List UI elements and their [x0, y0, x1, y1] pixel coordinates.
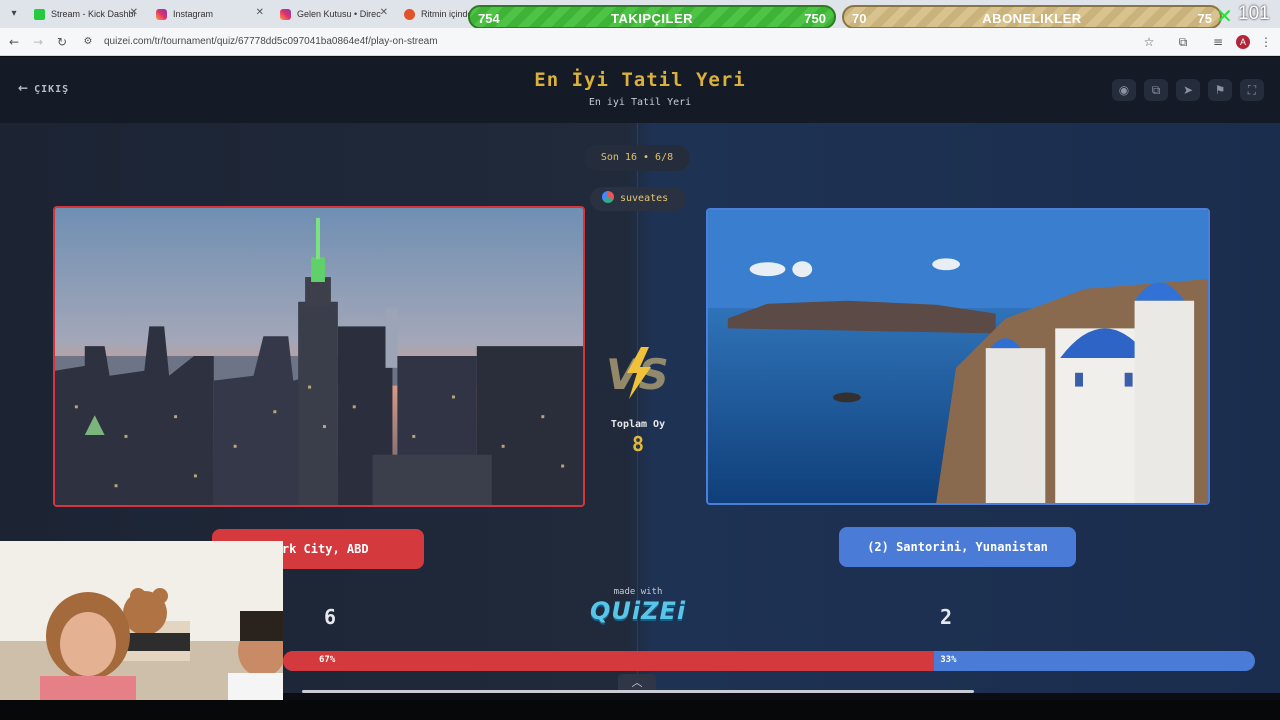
back-arrow-icon[interactable]: ← — [6, 34, 22, 50]
bookmark-star-icon[interactable]: ☆ — [1141, 34, 1157, 50]
reload-icon[interactable]: ↻ — [54, 34, 70, 50]
menu-dots-icon[interactable]: ⋮ — [1258, 34, 1274, 50]
kick-logo-icon: ✕ — [1216, 4, 1233, 28]
horizontal-scrollbar[interactable] — [302, 690, 974, 693]
forward-arrow-icon[interactable]: → — [30, 34, 46, 50]
made-with-label: made with — [613, 587, 663, 597]
browser-tab-instagram[interactable]: Instagram ✕ — [148, 3, 270, 25]
viewer-count: 101 — [1238, 3, 1270, 24]
fullscreen-icon[interactable]: ⛶ — [1240, 79, 1264, 101]
user-badge: suveates — [590, 187, 686, 211]
tab-label: Stream - Kick Dashbo — [51, 9, 135, 19]
user-avatar-icon — [602, 191, 614, 203]
media-icon[interactable]: ≡ — [1210, 34, 1226, 50]
close-icon[interactable]: ✕ — [256, 7, 264, 18]
close-icon[interactable]: ✕ — [380, 7, 388, 18]
bottom-letterbox — [0, 700, 1280, 720]
tab-label: Ritmin içinde — [421, 9, 470, 19]
extensions-icon[interactable]: ⧉ — [1175, 34, 1191, 50]
subscribers-goal: 75 — [1197, 11, 1212, 26]
total-votes-value: 8 — [631, 432, 645, 456]
webcam-feed-image — [0, 541, 283, 700]
instagram-icon — [280, 8, 291, 20]
percent-left: 67% — [319, 655, 336, 665]
app-header: ← ÇIKIŞ En İyi Tatil Yeri En iyi Tatil Ye… — [0, 57, 1280, 123]
option-card-left[interactable] — [53, 206, 585, 507]
instagram-icon — [156, 8, 167, 20]
followers-label: TAKIPÇILER — [610, 11, 694, 26]
subscribers-label: ABONELIKLER — [982, 11, 1082, 26]
percent-right: 33% — [940, 655, 957, 665]
vote-button-right[interactable]: (2) Santorini, Yunanistan — [839, 527, 1076, 567]
tab-label: Instagram — [173, 9, 214, 19]
followers-goal: 750 — [804, 11, 826, 26]
vote-progress-bar: 67% 33% — [283, 651, 1255, 671]
tab-search-chevron-icon[interactable]: ▾ — [6, 6, 22, 22]
kick-icon — [34, 8, 45, 20]
send-icon[interactable]: ➤ — [1176, 79, 1200, 101]
username: suveates — [620, 193, 669, 204]
browser-tab-ritmin[interactable]: Ritmin içinde — [396, 3, 470, 25]
webcam-overlay — [0, 541, 283, 700]
browser-tab-kick[interactable]: Stream - Kick Dashbo ✕ — [26, 3, 144, 25]
versus-lightning-icon: VS — [606, 347, 669, 399]
page-title: En İyi Tatil Yeri — [534, 69, 746, 91]
votes-left: 6 — [323, 605, 337, 629]
flag-icon[interactable]: ⚑ — [1208, 79, 1232, 101]
quizei-logo[interactable]: QUiZEi — [590, 597, 686, 625]
close-icon[interactable]: ✕ — [130, 7, 138, 18]
option-card-right[interactable] — [706, 208, 1210, 505]
browser-tab-instagram-direct[interactable]: Gelen Kutusu • Direct ✕ — [272, 3, 394, 25]
site-info-icon[interactable]: ⚙ — [80, 34, 96, 50]
address-bar: ← → ↻ ⚙ quizei.com/tr/tournament/quiz/67… — [0, 28, 1280, 56]
profile-avatar[interactable]: A — [1236, 35, 1250, 49]
app-icon — [404, 8, 415, 20]
page-subtitle: En iyi Tatil Yeri — [588, 97, 692, 108]
subscribers-goal-overlay: 70 ABONELIKLER 75 — [842, 5, 1222, 29]
vote-progress-left-fill — [283, 651, 935, 671]
share-icon[interactable]: ⧉ — [1144, 79, 1168, 101]
santorini-image — [708, 210, 1208, 503]
votes-right: 2 — [939, 605, 953, 629]
new-york-skyline-image — [55, 208, 583, 505]
round-badge: Son 16 • 6/8 — [584, 145, 690, 171]
followers-goal-overlay: 754 TAKIPÇILER 750 — [468, 5, 836, 29]
url-field[interactable]: quizei.com/tr/tournament/quiz/67778dd5c0… — [104, 36, 438, 47]
tab-label: Gelen Kutusu • Direct — [297, 9, 381, 19]
eye-icon[interactable]: ◉ — [1112, 79, 1136, 101]
total-votes-label: Toplam Oy — [610, 419, 666, 430]
